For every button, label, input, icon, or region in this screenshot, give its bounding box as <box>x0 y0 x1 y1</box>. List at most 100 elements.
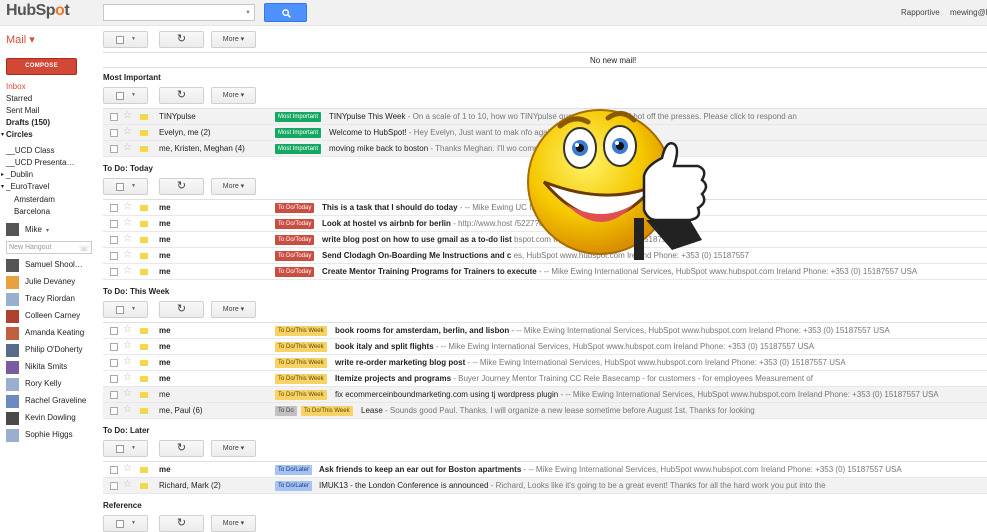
email-row[interactable]: ☆ Richard, Mark (2) To Do/Later IMUK13 - th… <box>103 478 987 494</box>
select-all-button[interactable]: ▼ <box>103 515 148 532</box>
refresh-button[interactable]: ↻ <box>159 87 204 104</box>
importance-marker-icon[interactable] <box>140 146 148 152</box>
star-icon[interactable]: ☆ <box>123 142 132 153</box>
sidebar-item-8[interactable]: _EuroTravel <box>6 181 49 193</box>
star-icon[interactable]: ☆ <box>123 479 132 490</box>
sidebar-item-0[interactable]: Inbox <box>6 81 26 93</box>
select-all-button[interactable]: ▼ <box>103 31 148 48</box>
refresh-button[interactable]: ↻ <box>159 515 204 532</box>
star-icon[interactable]: ☆ <box>123 126 132 137</box>
more-button[interactable]: More ▾ <box>211 31 256 48</box>
email-label[interactable]: To Do/Today <box>275 219 315 229</box>
account-email[interactable]: mewing@l <box>950 8 987 17</box>
email-label[interactable]: To Do/This Week <box>275 326 327 336</box>
importance-marker-icon[interactable] <box>140 392 148 398</box>
email-label[interactable]: Most Important <box>275 112 322 122</box>
importance-marker-icon[interactable] <box>140 221 148 227</box>
row-checkbox[interactable] <box>110 252 118 260</box>
refresh-button[interactable]: ↻ <box>159 178 204 195</box>
star-icon[interactable]: ☆ <box>123 201 132 212</box>
importance-marker-icon[interactable] <box>140 269 148 275</box>
star-icon[interactable]: ☆ <box>123 356 132 367</box>
star-icon[interactable]: ☆ <box>123 404 132 415</box>
contact-item[interactable]: Philip O'Doherty <box>6 344 100 357</box>
select-all-button[interactable]: ▼ <box>103 87 148 104</box>
importance-marker-icon[interactable] <box>140 253 148 259</box>
contact-item[interactable]: Nikita Smits <box>6 361 100 374</box>
refresh-button[interactable]: ↻ <box>159 440 204 457</box>
importance-marker-icon[interactable] <box>140 360 148 366</box>
row-checkbox[interactable] <box>110 204 118 212</box>
importance-marker-icon[interactable] <box>140 376 148 382</box>
contact-item[interactable]: Amanda Keating <box>6 327 100 340</box>
row-checkbox[interactable] <box>110 327 118 335</box>
star-icon[interactable]: ☆ <box>123 463 132 474</box>
my-profile[interactable]: Mike ▾ <box>6 223 100 236</box>
contact-item[interactable]: Colleen Carney <box>6 310 100 323</box>
email-label[interactable]: To Do/Today <box>275 251 315 261</box>
sidebar-item-10[interactable]: Barcelona <box>14 206 50 218</box>
email-label[interactable]: To Do/Today <box>275 203 315 213</box>
email-row[interactable]: ☆ me To Do/This Week fix ecommerceinboundma… <box>103 387 987 403</box>
email-row[interactable]: ☆ me, Paul (6) To Do To Do/This Week Lease -… <box>103 403 987 419</box>
star-icon[interactable]: ☆ <box>123 110 132 121</box>
row-checkbox[interactable] <box>110 268 118 276</box>
email-row[interactable]: ☆ me To Do/Today Create Mentor Training Pro… <box>103 264 987 280</box>
sidebar-item-1[interactable]: Starred <box>6 93 32 105</box>
email-label[interactable]: To Do/This Week <box>275 374 327 384</box>
select-all-button[interactable]: ▼ <box>103 178 148 195</box>
importance-marker-icon[interactable] <box>140 408 148 414</box>
row-checkbox[interactable] <box>110 220 118 228</box>
row-checkbox[interactable] <box>110 407 118 415</box>
sidebar-item-2[interactable]: Sent Mail <box>6 105 39 117</box>
more-button[interactable]: More ▾ <box>211 515 256 532</box>
more-button[interactable]: More ▾ <box>211 301 256 318</box>
rapportive-link[interactable]: Rapportive <box>901 8 940 17</box>
row-checkbox[interactable] <box>110 236 118 244</box>
row-checkbox[interactable] <box>110 359 118 367</box>
row-checkbox[interactable] <box>110 466 118 474</box>
row-checkbox[interactable] <box>110 343 118 351</box>
email-label[interactable]: To Do/This Week <box>301 406 353 416</box>
email-row[interactable]: ☆ me To Do/This Week Itemize projects and p… <box>103 371 987 387</box>
sidebar-item-4[interactable]: Circles <box>6 129 33 141</box>
email-label[interactable]: Most Important <box>275 128 322 138</box>
email-label[interactable]: To Do/Today <box>275 267 315 277</box>
expand-arrow-icon[interactable]: ▾ <box>1 181 4 193</box>
sidebar-item-7[interactable]: _Dublin <box>6 169 33 181</box>
search-options-icon[interactable]: ▼ <box>245 10 251 16</box>
email-label[interactable]: To Do/Later <box>275 481 313 491</box>
more-button[interactable]: More ▾ <box>211 178 256 195</box>
email-row[interactable]: ☆ me To Do/This Week book rooms for amsterd… <box>103 323 987 339</box>
select-all-button[interactable]: ▼ <box>103 301 148 318</box>
star-icon[interactable]: ☆ <box>123 372 132 383</box>
sidebar-item-6[interactable]: __UCD Presenta… <box>6 157 74 169</box>
importance-marker-icon[interactable] <box>140 237 148 243</box>
row-checkbox[interactable] <box>110 391 118 399</box>
select-all-button[interactable]: ▼ <box>103 440 148 457</box>
chevron-down-icon[interactable]: ▾ <box>46 225 49 237</box>
search-input[interactable] <box>103 4 255 21</box>
importance-marker-icon[interactable] <box>140 483 148 489</box>
contact-item[interactable]: Rory Kelly <box>6 378 100 391</box>
contact-item[interactable]: Samuel Shool… <box>6 259 100 272</box>
expand-arrow-icon[interactable]: ▾ <box>1 129 4 141</box>
email-row[interactable]: ☆ me To Do/This Week write re-order marketi… <box>103 355 987 371</box>
importance-marker-icon[interactable] <box>140 205 148 211</box>
star-icon[interactable]: ☆ <box>123 249 132 260</box>
row-checkbox[interactable] <box>110 113 118 121</box>
star-icon[interactable]: ☆ <box>123 340 132 351</box>
email-label[interactable]: Most Important <box>275 144 322 154</box>
contact-item[interactable]: Tracy Riordan <box>6 293 100 306</box>
email-label[interactable]: To Do <box>275 406 297 416</box>
sidebar-item-5[interactable]: __UCD Class <box>6 145 54 157</box>
star-icon[interactable]: ☆ <box>123 265 132 276</box>
row-checkbox[interactable] <box>110 129 118 137</box>
email-label[interactable]: To Do/This Week <box>275 358 327 368</box>
email-row[interactable]: ☆ me To Do/This Week book italy and split f… <box>103 339 987 355</box>
sidebar-item-3[interactable]: Drafts (150) <box>6 117 50 129</box>
row-checkbox[interactable] <box>110 375 118 383</box>
sidebar-item-9[interactable]: Amsterdam <box>14 194 55 206</box>
phone-icon[interactable]: ☏ <box>79 243 89 254</box>
more-button[interactable]: More ▾ <box>211 440 256 457</box>
